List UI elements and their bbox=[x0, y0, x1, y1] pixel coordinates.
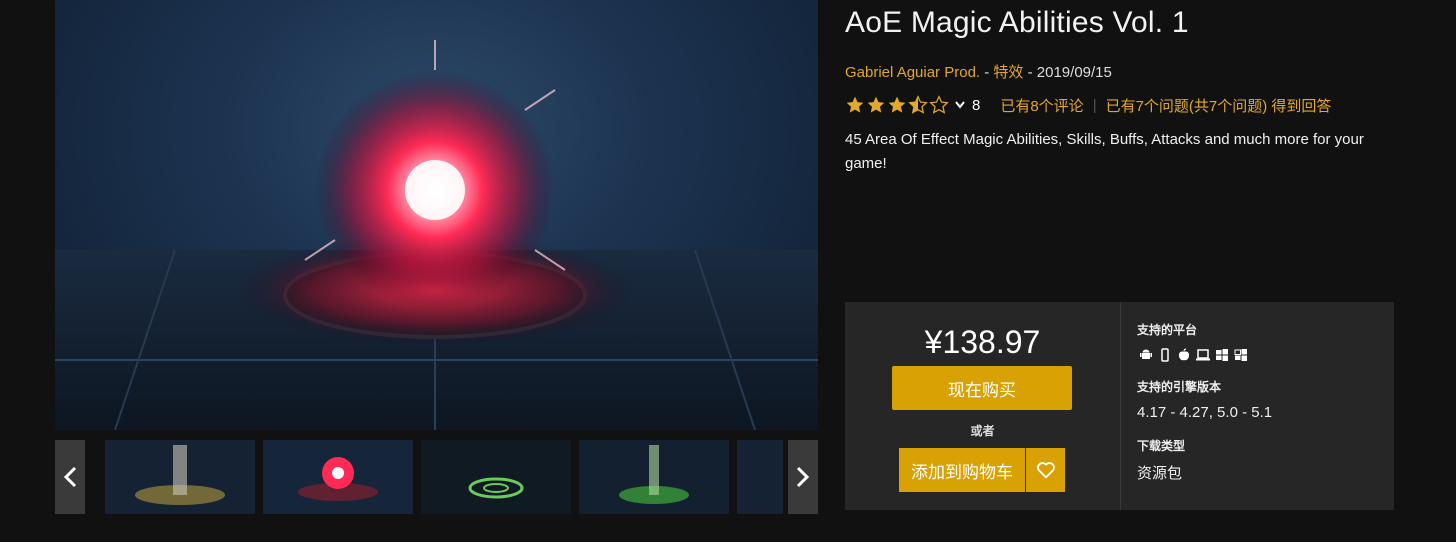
price: ¥138.97 bbox=[924, 324, 1041, 360]
buy-now-button[interactable]: 现在购买 bbox=[892, 366, 1072, 410]
author-link[interactable]: Gabriel Aguiar Prod. bbox=[845, 64, 980, 81]
download-type-label: 下载类型 bbox=[1137, 439, 1186, 453]
star-rating[interactable] bbox=[845, 95, 950, 115]
windows-icon bbox=[1232, 347, 1249, 362]
platform-icons bbox=[1137, 347, 1251, 362]
thumbnail-partial[interactable] bbox=[737, 440, 783, 514]
apple-icon bbox=[1175, 347, 1192, 362]
android-icon bbox=[1137, 347, 1154, 362]
star-full-icon bbox=[846, 96, 864, 113]
reviews-link[interactable]: 已有8个评论 bbox=[1000, 95, 1083, 116]
or-label: 或者 bbox=[970, 424, 995, 438]
laptop-icon bbox=[1194, 347, 1211, 362]
chevron-right-icon[interactable] bbox=[788, 440, 818, 514]
product-description: 45 Area Of Effect Magic Abilities, Skill… bbox=[845, 131, 1364, 172]
category-link[interactable]: 特效 bbox=[993, 64, 1023, 81]
thumbnail-strip bbox=[55, 440, 818, 514]
star-full-icon bbox=[867, 96, 885, 113]
questions-link[interactable]: 已有7个问题(共7个问题) 得到回答 bbox=[1106, 95, 1332, 116]
chevron-down-icon[interactable] bbox=[954, 100, 966, 110]
platforms-label: 支持的平台 bbox=[1137, 323, 1198, 337]
rating-row: 8 已有8个评论 | 已有7个问题(共7个问题) 得到回答 bbox=[845, 94, 1331, 116]
product-page: AoE Magic Abilities Vol. 1 Gabriel Aguia… bbox=[0, 0, 1456, 542]
star-empty-icon bbox=[929, 95, 949, 114]
release-date: 2019/09/15 bbox=[1036, 64, 1112, 81]
thumbnail-green-ring[interactable] bbox=[421, 440, 571, 514]
thumbnail-red-orb[interactable] bbox=[263, 440, 413, 514]
wishlist-button[interactable] bbox=[1026, 448, 1065, 492]
product-title: AoE Magic Abilities Vol. 1 bbox=[845, 6, 1189, 39]
main-preview-image[interactable] bbox=[55, 0, 818, 430]
windows-icon bbox=[1213, 347, 1230, 362]
panel-divider bbox=[1120, 302, 1121, 510]
star-full-icon bbox=[888, 96, 906, 113]
thumbnail-yellow-burst[interactable] bbox=[105, 440, 255, 514]
chevron-left-icon[interactable] bbox=[55, 440, 85, 514]
download-type-value: 资源包 bbox=[1137, 465, 1183, 482]
meta-separator: - bbox=[980, 64, 994, 81]
engine-version-label: 支持的引擎版本 bbox=[1137, 380, 1222, 394]
link-separator: | bbox=[1092, 96, 1097, 114]
product-meta: Gabriel Aguiar Prod. - 特效 - 2019/09/15 bbox=[845, 61, 1112, 82]
rating-count: 8 bbox=[972, 96, 981, 114]
meta-separator: - bbox=[1023, 64, 1037, 81]
star-half-icon bbox=[908, 95, 928, 114]
purchase-panel: ¥138.97 现在购买 或者 添加到购物车 支持的平台 支持的引擎版本 4.1… bbox=[845, 302, 1394, 510]
engine-version-value: 4.17 - 4.27, 5.0 - 5.1 bbox=[1137, 404, 1273, 421]
mobile-icon bbox=[1156, 347, 1173, 362]
add-to-cart-button[interactable]: 添加到购物车 bbox=[899, 448, 1025, 492]
heart-icon bbox=[1036, 462, 1055, 479]
thumbnail-green-burst[interactable] bbox=[579, 440, 729, 514]
